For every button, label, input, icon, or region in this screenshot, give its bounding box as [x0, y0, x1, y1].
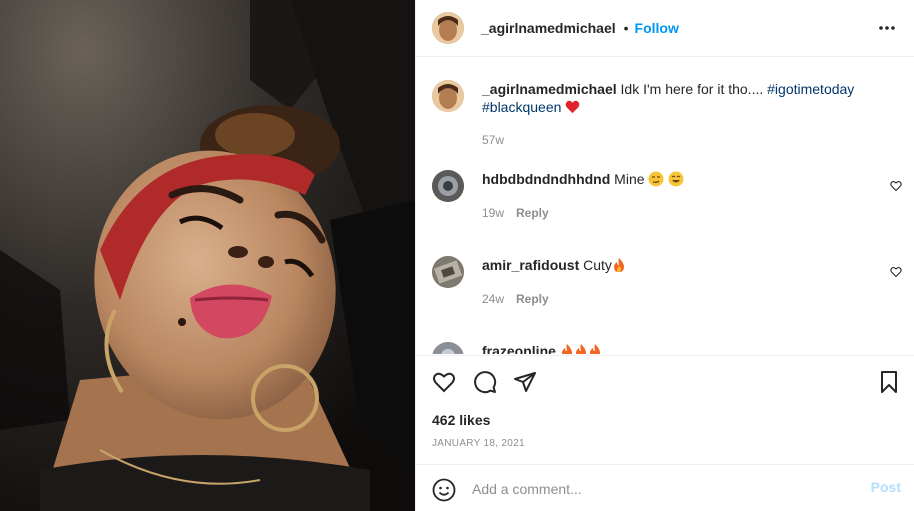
laughing-emoji-icon: [668, 171, 684, 187]
more-horizontal-icon[interactable]: [877, 18, 897, 38]
comment-body: Cuty: [583, 257, 612, 273]
smirk-emoji-icon: [648, 171, 664, 187]
caption-row: _agirlnamedmichael Idk I'm here for it t…: [432, 80, 902, 150]
post-details-panel: _agirlnamedmichael • Follow _agirlnamedm…: [415, 0, 914, 511]
hashtag-link[interactable]: #blackqueen: [482, 99, 561, 115]
comments-list[interactable]: _agirlnamedmichael Idk I'm here for it t…: [416, 58, 914, 354]
follow-button[interactable]: Follow: [635, 20, 679, 36]
caption-author[interactable]: _agirlnamedmichael: [482, 81, 617, 97]
comment-text: frazeonline: [482, 342, 882, 354]
comment-like-heart-icon[interactable]: [890, 180, 902, 192]
commenter-username[interactable]: frazeonline: [482, 343, 556, 354]
comment-text: amir_rafidoust Cuty: [482, 256, 882, 274]
fire-emoji-icon: [561, 344, 572, 354]
caption-body: Idk I'm here for it tho....: [620, 81, 764, 97]
commenter-avatar[interactable]: [432, 256, 464, 288]
separator-dot: •: [623, 20, 629, 36]
author-username[interactable]: _agirlnamedmichael: [481, 20, 616, 36]
reply-button[interactable]: Reply: [516, 206, 549, 220]
add-comment-bar: Post: [416, 464, 914, 511]
action-bar: 462 likes JANUARY 18, 2021: [416, 355, 914, 463]
comment-age[interactable]: 24w: [482, 292, 504, 306]
emoji-icon[interactable]: [432, 478, 456, 502]
post-photo[interactable]: [0, 0, 415, 511]
share-icon[interactable]: [513, 370, 537, 394]
post-date[interactable]: JANUARY 18, 2021: [432, 438, 525, 449]
heart-icon[interactable]: [432, 370, 456, 394]
heart-emoji-icon: [565, 100, 580, 114]
comment-row: frazeonline: [432, 342, 902, 354]
author-avatar[interactable]: [432, 12, 464, 44]
likes-count[interactable]: 462 likes: [432, 412, 490, 428]
fire-emoji-icon: [589, 344, 600, 354]
comment-meta: 19w Reply: [482, 206, 549, 220]
comment-body: Mine: [614, 171, 645, 187]
comment-icon[interactable]: [473, 370, 497, 394]
commenter-username[interactable]: hdbdbdndndhhdnd: [482, 171, 610, 187]
post-button[interactable]: Post: [871, 479, 901, 495]
bookmark-icon[interactable]: [877, 370, 901, 394]
caption-text: _agirlnamedmichael Idk I'm here for it t…: [482, 80, 882, 116]
comment-like-heart-icon[interactable]: [890, 266, 902, 278]
reply-button[interactable]: Reply: [516, 292, 549, 306]
caption-age[interactable]: 57w: [482, 133, 504, 147]
commenter-avatar[interactable]: [432, 342, 464, 354]
caption-author-avatar[interactable]: [432, 80, 464, 112]
fire-emoji-icon: [575, 344, 586, 354]
hashtag-link[interactable]: #igotimetoday: [767, 81, 854, 97]
post-header: _agirlnamedmichael • Follow: [416, 0, 914, 57]
comment-row: hdbdbdndndhhdnd Mine 19w Reply: [432, 170, 902, 230]
caption-meta: 57w: [482, 133, 504, 147]
comment-meta: 24w Reply: [482, 292, 549, 306]
commenter-avatar[interactable]: [432, 170, 464, 202]
comment-input[interactable]: [472, 477, 852, 501]
comment-row: amir_rafidoust Cuty 24w Reply: [432, 256, 902, 316]
comment-age[interactable]: 19w: [482, 206, 504, 220]
selfie-image: [0, 0, 415, 511]
comment-text: hdbdbdndndhhdnd Mine: [482, 170, 882, 188]
fire-emoji-icon: [613, 258, 624, 272]
commenter-username[interactable]: amir_rafidoust: [482, 257, 579, 273]
